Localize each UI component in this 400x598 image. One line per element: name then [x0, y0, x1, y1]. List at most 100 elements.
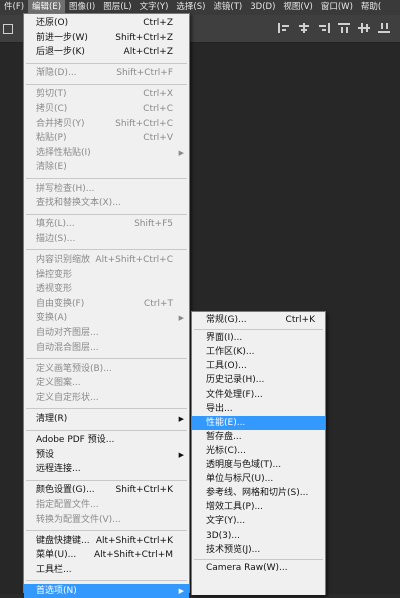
menu-item-label: 转换为配置文件(V)... [36, 514, 121, 525]
menu-item-label: 远程连接... [36, 464, 81, 475]
menu-item[interactable]: Camera Raw(W)... [192, 561, 325, 575]
menu-item-shortcut: Alt+Shift+Ctrl+C [95, 254, 173, 265]
menu-item[interactable]: 填充(L)... Shift+F5 [24, 217, 189, 232]
menu-item[interactable]: 单位与标尺(U)... [192, 472, 325, 486]
menu-item[interactable]: 操控变形 [24, 268, 189, 283]
menu-item[interactable]: 透明度与色域(T)... [192, 458, 325, 472]
menubar-item[interactable]: 窗口(W) [317, 0, 357, 15]
menu-separator [26, 62, 187, 64]
menu-item[interactable]: 首选项(N) ▶ [24, 583, 189, 598]
menu-item[interactable]: Adobe PDF 预设... [24, 433, 189, 448]
menu-item[interactable]: 渐隐(D)... Shift+Ctrl+F [24, 66, 189, 81]
menu-item-label: 操控变形 [36, 269, 73, 280]
menu-item[interactable]: 定义图案... [24, 376, 189, 391]
menu-item-label: Adobe PDF 预设... [36, 435, 115, 445]
menubar-item[interactable]: 视图(V) [279, 0, 316, 15]
menu-item-label: 内容识别缩放 [36, 254, 91, 265]
menu-item[interactable]: 文件处理(F)... [192, 388, 325, 402]
menu-item-label: 定义图案... [36, 378, 81, 389]
menu-separator [26, 178, 187, 179]
submenu-arrow-icon: ▶ [178, 414, 184, 423]
menu-item[interactable]: 选择性粘贴(I) ▶ [24, 146, 189, 161]
menu-item-label: 还原(O) [36, 18, 69, 28]
menu-item-label: 定义自定形状... [36, 392, 99, 403]
menubar-item[interactable]: 滤镜(T) [209, 0, 246, 15]
menu-item[interactable]: 内容识别缩放 Alt+Shift+Ctrl+C [24, 253, 189, 268]
menu-item-label: 工作区(K)... [206, 347, 255, 358]
menu-item[interactable]: 自动混合图层... [24, 341, 189, 356]
align-icon[interactable] [278, 23, 290, 33]
menu-item[interactable]: 还原(O) Ctrl+Z [24, 16, 189, 31]
menu-item-label: 单位与标尺(U)... [206, 474, 274, 485]
menu-item[interactable]: 合并拷贝(Y) Shift+Ctrl+C [24, 117, 189, 132]
menu-item-label: 颜色设置(G)... [36, 485, 95, 496]
menu-item[interactable]: 暂存盘... [192, 430, 325, 444]
menu-item[interactable]: 光标(C)... [192, 444, 325, 458]
menu-item[interactable]: 定义自定形状... [24, 391, 189, 406]
menu-item[interactable]: 描边(S)... [24, 232, 189, 247]
menu-item[interactable]: 粘贴(P) Ctrl+V [24, 131, 189, 146]
menubar-item[interactable]: 3D(D) [246, 0, 279, 15]
menu-item-label: 暂存盘... [206, 431, 242, 442]
align-icon[interactable] [298, 23, 310, 33]
menu-item-label: 填充(L)... [36, 219, 75, 230]
menu-item-label: 清理(R) [36, 413, 68, 424]
menu-item-label: 自动对齐图层... [36, 327, 99, 338]
menu-item[interactable]: 变换(A) ▶ [24, 311, 189, 326]
menu-item[interactable]: 历史记录(H)... [192, 373, 325, 387]
align-icon[interactable] [318, 23, 330, 33]
menu-item[interactable]: 颜色设置(G)... Shift+Ctrl+K [24, 483, 189, 498]
menu-item[interactable]: 后退一步(K) Alt+Ctrl+Z [24, 45, 189, 60]
checkbox-icon[interactable] [3, 24, 13, 34]
menu-item[interactable]: 定义画笔预设(B)... [24, 362, 189, 377]
menu-item[interactable]: 拼写检查(H)... [24, 182, 189, 197]
menu-item[interactable]: 拷贝(C) Ctrl+C [24, 102, 189, 117]
menu-item[interactable]: 清理(R) ▶ [24, 412, 189, 427]
menu-item-shortcut: Shift+F5 [134, 219, 173, 230]
menu-item[interactable]: 远程连接... [24, 462, 189, 477]
menu-item[interactable]: 性能(E)... [192, 415, 325, 430]
menu-item-label: 技术预览(J)... [206, 544, 261, 555]
menu-item-label: 选择性粘贴(I) [36, 147, 91, 158]
menu-item[interactable]: 转换为配置文件(V)... [24, 513, 189, 528]
menu-item-shortcut: Ctrl+C [143, 104, 173, 114]
menu-item-label: 渐隐(D)... [36, 68, 77, 79]
menu-item[interactable]: 参考线、网格和切片(S)... [192, 486, 325, 500]
menu-item-label: 自由变换(F) [36, 298, 85, 309]
menu-separator [26, 213, 187, 215]
menu-item[interactable]: 前进一步(W) Shift+Ctrl+Z [24, 31, 189, 46]
distribute-icon[interactable] [338, 23, 350, 33]
menu-item-label: 清除(E) [36, 162, 67, 173]
menu-item[interactable]: 文字(Y)... [192, 514, 325, 528]
menu-item[interactable]: 自动对齐图层... [24, 326, 189, 341]
menu-item-label: 前进一步(W) [36, 32, 88, 43]
menu-item-label: 查找和替换文本(X)... [36, 198, 121, 209]
distribute-icon[interactable] [358, 23, 370, 33]
menu-item[interactable]: 工具栏... [24, 563, 189, 578]
menu-item[interactable]: 菜单(U)... Alt+Shift+Ctrl+M [24, 548, 189, 563]
edit-menu: 还原(O) Ctrl+Z 前进一步(W) Shift+Ctrl+Z 后退一步(K) Alt… [23, 13, 190, 598]
preferences-submenu: 常规(G)... Ctrl+K 界面(I)... 工作区(K)... 工具(O)... 历… [191, 311, 326, 595]
distribute-icon[interactable] [378, 23, 390, 33]
menu-item[interactable]: 3D(3)... [192, 529, 325, 543]
menu-item[interactable]: 键盘快捷键... Alt+Shift+Ctrl+K [24, 534, 189, 549]
menubar-item[interactable]: 帮助( [357, 0, 385, 15]
menu-item[interactable]: 工具(O)... [192, 359, 325, 373]
menu-item[interactable]: 透视变形 [24, 282, 189, 297]
menu-item[interactable]: 清除(E) [24, 160, 189, 175]
menu-item-label: 常规(G)... [206, 315, 247, 325]
menu-item[interactable]: 自由变换(F) Ctrl+T [24, 297, 189, 312]
menu-item[interactable]: 预设 ▶ [24, 448, 189, 463]
menu-item[interactable]: 界面(I)... [192, 331, 325, 345]
menu-item[interactable]: 常规(G)... Ctrl+K [192, 313, 325, 327]
menu-item[interactable]: 查找和替换文本(X)... [24, 196, 189, 211]
menu-item-label: 3D(3)... [206, 530, 240, 541]
menu-item[interactable]: 工作区(K)... [192, 345, 325, 359]
menu-item[interactable]: 指定配置文件... [24, 498, 189, 513]
menu-item[interactable]: 增效工具(P)... [192, 500, 325, 514]
menu-item[interactable]: 剪切(T) Ctrl+X [24, 87, 189, 102]
menu-item[interactable]: 技术预览(J)... [192, 543, 325, 557]
menu-item-label: 工具栏... [36, 564, 72, 575]
menu-item[interactable]: 导出... [192, 402, 325, 416]
submenu-arrow-icon: ▶ [178, 586, 184, 595]
